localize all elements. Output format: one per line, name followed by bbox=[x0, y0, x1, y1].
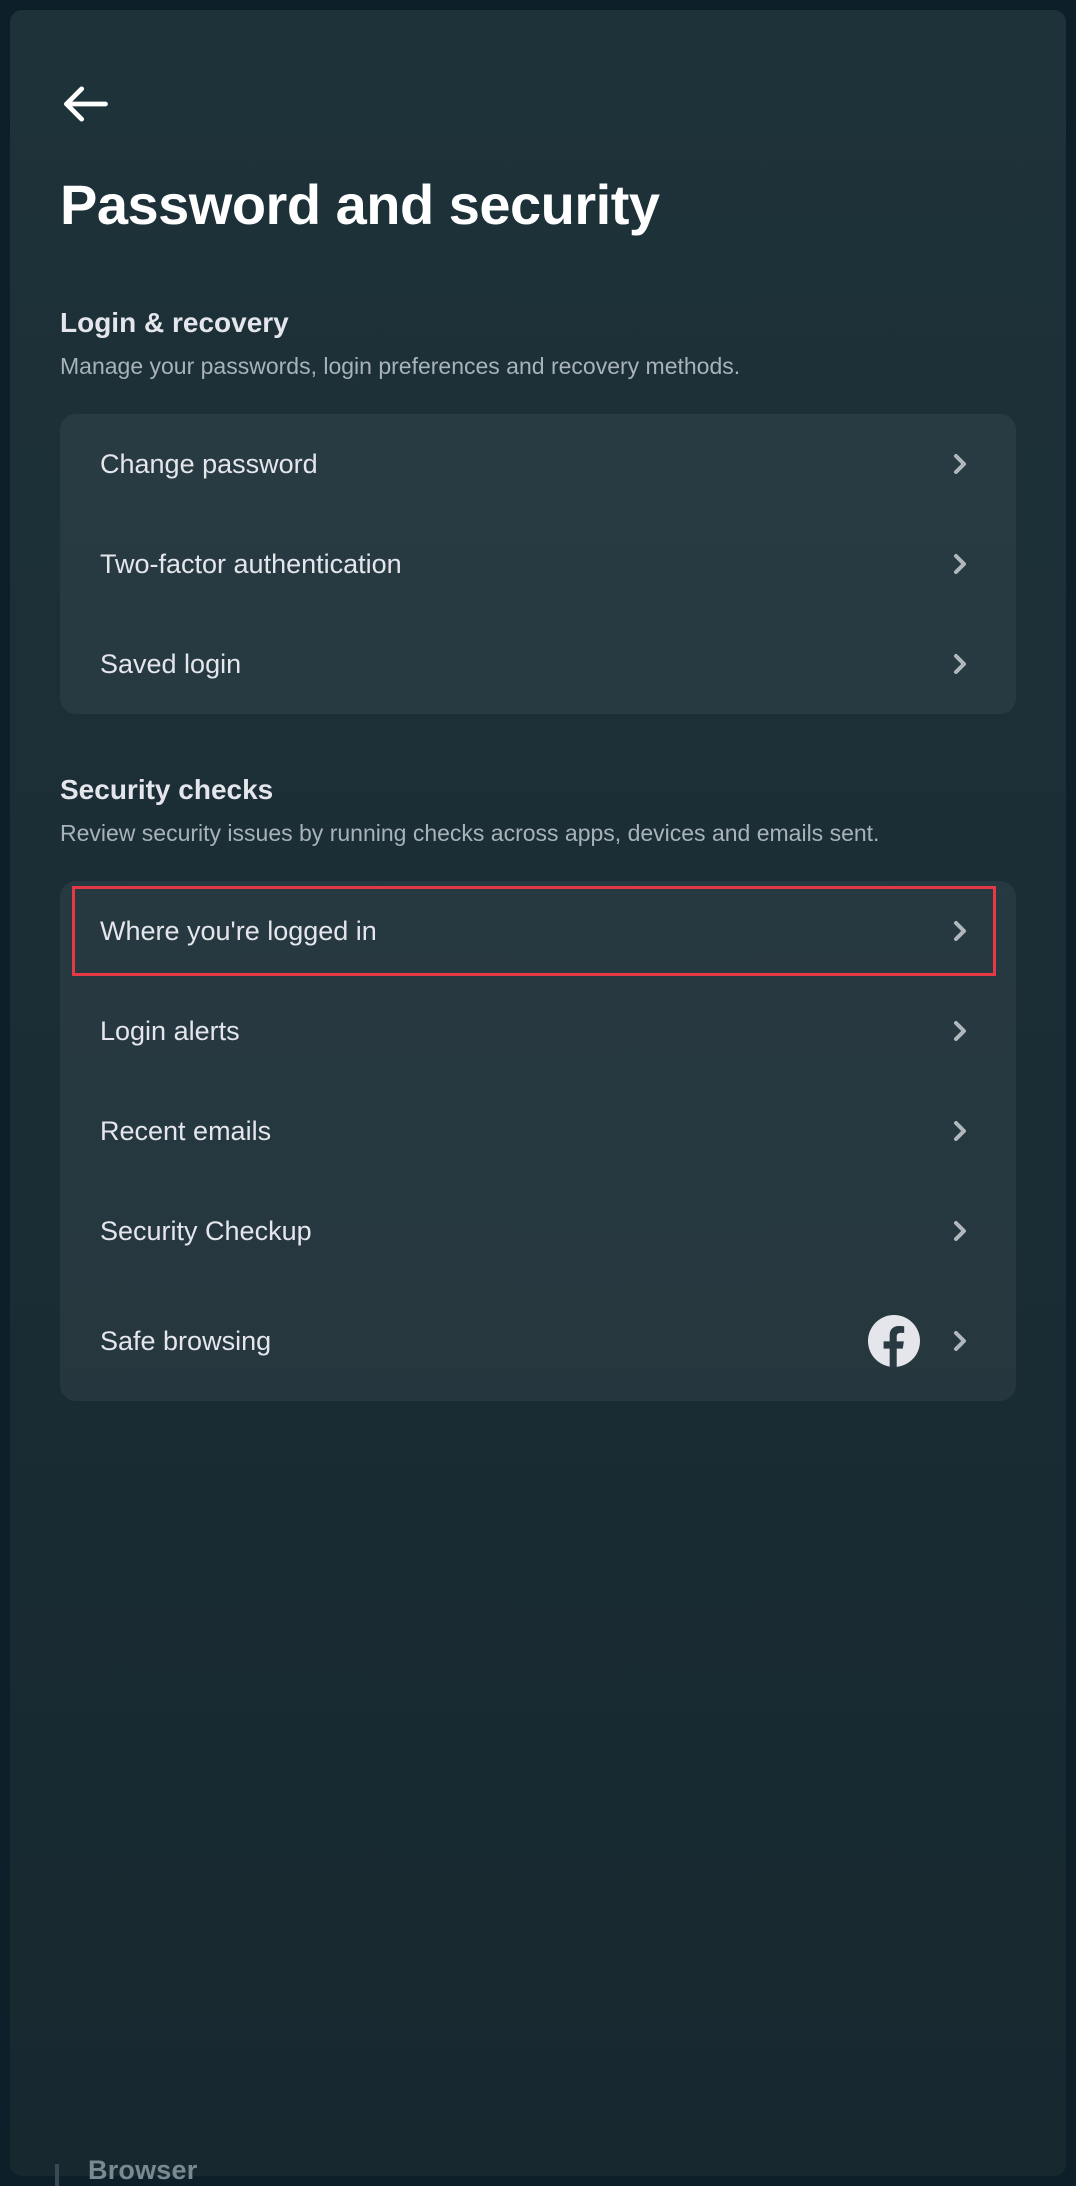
section-security-checks: Security checks Review security issues b… bbox=[60, 774, 1016, 1401]
section-description: Manage your passwords, login preferences… bbox=[60, 351, 1016, 382]
arrow-left-icon bbox=[60, 78, 112, 135]
settings-modal: Password and security Login & recovery M… bbox=[10, 10, 1066, 2176]
settings-card: Change password Two-factor authenticatio… bbox=[60, 414, 1016, 714]
cutoff-text-fragment: Browser bbox=[88, 2155, 197, 2186]
row-login-alerts[interactable]: Login alerts bbox=[60, 981, 1016, 1081]
section-title: Login & recovery bbox=[60, 307, 1016, 339]
row-where-youre-logged-in[interactable]: Where you're logged in bbox=[60, 881, 1016, 981]
tree-line-fragment bbox=[55, 2164, 59, 2186]
row-safe-browsing[interactable]: Safe browsing bbox=[60, 1281, 1016, 1401]
chevron-right-icon bbox=[944, 1115, 976, 1147]
page-title: Password and security bbox=[60, 172, 1016, 237]
section-login-recovery: Login & recovery Manage your passwords, … bbox=[60, 307, 1016, 714]
row-security-checkup[interactable]: Security Checkup bbox=[60, 1181, 1016, 1281]
row-label: Two-factor authentication bbox=[100, 549, 402, 580]
row-label: Change password bbox=[100, 449, 318, 480]
row-two-factor-authentication[interactable]: Two-factor authentication bbox=[60, 514, 1016, 614]
row-recent-emails[interactable]: Recent emails bbox=[60, 1081, 1016, 1181]
chevron-right-icon bbox=[944, 1325, 976, 1357]
row-label: Saved login bbox=[100, 649, 241, 680]
facebook-icon bbox=[868, 1315, 920, 1367]
row-change-password[interactable]: Change password bbox=[60, 414, 1016, 514]
settings-card: Where you're logged in Login alerts Rece… bbox=[60, 881, 1016, 1401]
row-label: Recent emails bbox=[100, 1116, 271, 1147]
row-label: Login alerts bbox=[100, 1016, 240, 1047]
chevron-right-icon bbox=[944, 1015, 976, 1047]
row-label: Security Checkup bbox=[100, 1216, 312, 1247]
chevron-right-icon bbox=[944, 1215, 976, 1247]
row-label: Safe browsing bbox=[100, 1326, 271, 1357]
chevron-right-icon bbox=[944, 648, 976, 680]
section-description: Review security issues by running checks… bbox=[60, 818, 1016, 849]
chevron-right-icon bbox=[944, 548, 976, 580]
section-title: Security checks bbox=[60, 774, 1016, 806]
back-button[interactable] bbox=[60, 80, 112, 132]
row-saved-login[interactable]: Saved login bbox=[60, 614, 1016, 714]
chevron-right-icon bbox=[944, 448, 976, 480]
chevron-right-icon bbox=[944, 915, 976, 947]
row-label: Where you're logged in bbox=[100, 916, 377, 947]
